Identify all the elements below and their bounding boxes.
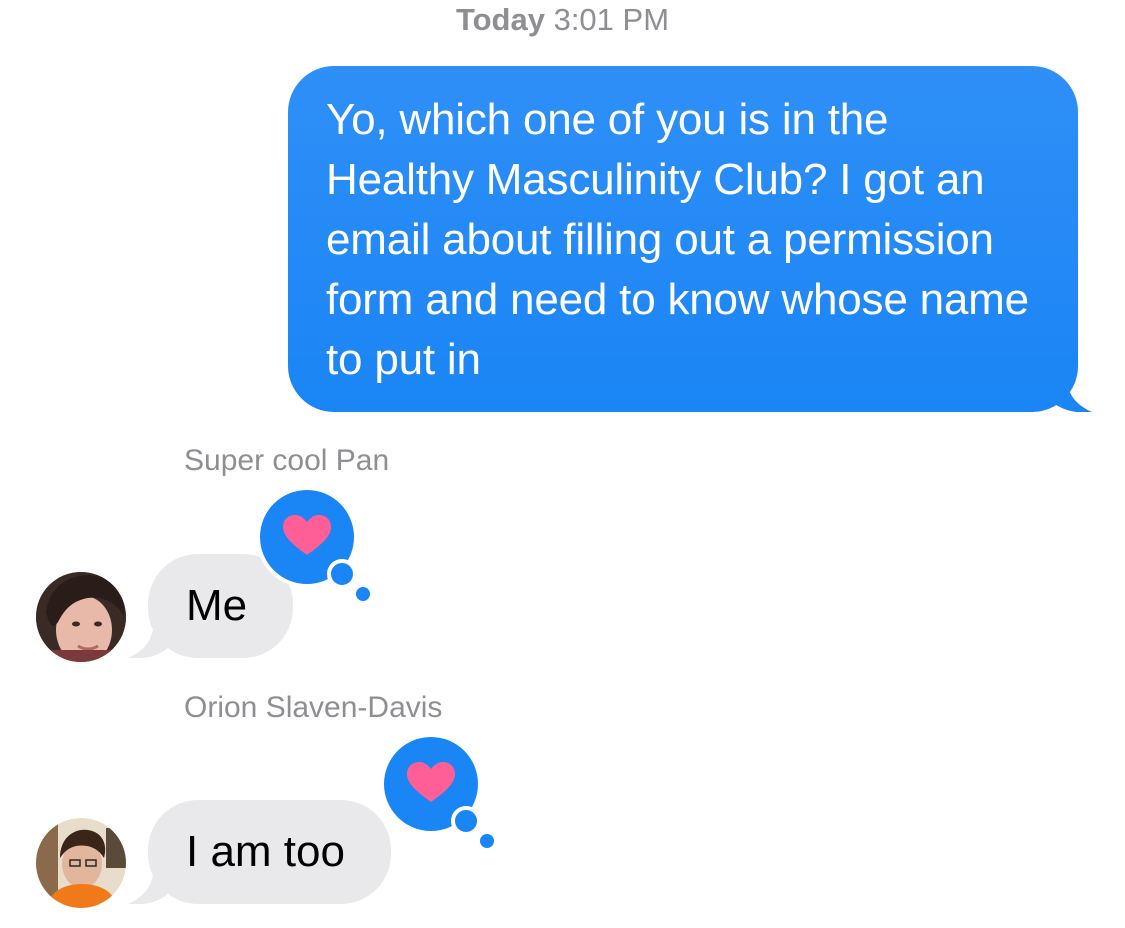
outgoing-bubble[interactable]: Yo, which one of you is in the Healthy M… (288, 66, 1078, 412)
incoming-message-text: I am too (186, 827, 345, 876)
avatar-orion-image (36, 818, 126, 908)
avatar-pan-image (36, 572, 126, 662)
timestamp-day: Today (455, 2, 545, 37)
avatar-pan[interactable] (36, 572, 126, 662)
avatar-orion[interactable] (36, 818, 126, 908)
incoming-message-text: Me (186, 581, 248, 630)
incoming-bubble-orion[interactable]: I am too (148, 800, 391, 904)
heart-reaction-pan[interactable] (250, 488, 380, 608)
conversation-timestamp: Today 3:01 PM (0, 2, 1125, 38)
sender-name-orion: Orion Slaven-Davis (184, 691, 443, 724)
heart-reaction-orion[interactable] (374, 735, 504, 855)
outgoing-message-text: Yo, which one of you is in the Healthy M… (326, 95, 1029, 384)
outgoing-message[interactable]: Yo, which one of you is in the Healthy M… (288, 66, 1092, 412)
sender-name-pan: Super cool Pan (184, 444, 390, 477)
timestamp-time: 3:01 PM (553, 2, 670, 37)
